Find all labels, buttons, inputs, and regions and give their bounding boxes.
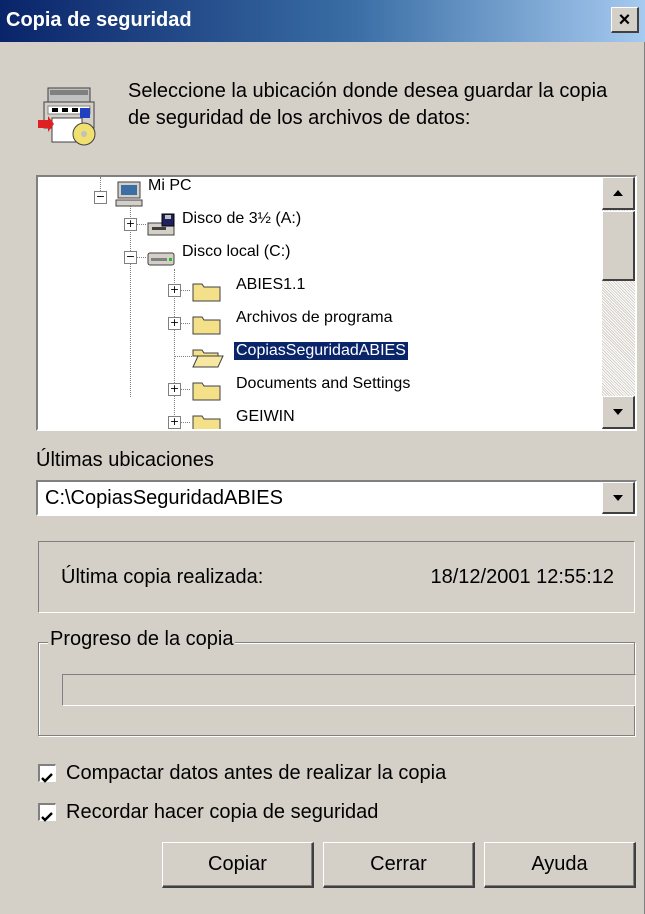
- recent-locations-value: C:\CopiasSeguridadABIES: [45, 487, 283, 509]
- compact-checkbox[interactable]: [38, 764, 56, 783]
- backup-drive-icon: [38, 87, 96, 146]
- tree-item-geiwin[interactable]: GEIWIN: [234, 408, 297, 426]
- collapse-icon[interactable]: −: [94, 191, 107, 204]
- scroll-up-button[interactable]: [602, 177, 635, 210]
- scroll-thumb[interactable]: [602, 211, 635, 281]
- arrow-up-icon: [613, 190, 623, 196]
- checkmark-icon: [41, 773, 53, 783]
- backup-dialog: Copia de seguridad × Seleccione la ubica…: [0, 0, 645, 914]
- expand-icon[interactable]: +: [124, 218, 137, 231]
- last-copy-value: 18/12/2001 12:55:12: [430, 566, 614, 588]
- recent-locations-label: Últimas ubicaciones: [36, 449, 214, 471]
- tree-connector: [180, 290, 190, 291]
- compact-label: Compactar datos antes de realizar la cop…: [66, 762, 447, 784]
- tree-item-local-disk[interactable]: Disco local (C:): [180, 243, 292, 261]
- tree-scrollbar[interactable]: [602, 177, 635, 429]
- window-title: Copia de seguridad: [6, 9, 192, 31]
- last-copy-panel: Última copia realizada: 18/12/2001 12:55…: [38, 541, 635, 613]
- expand-icon[interactable]: +: [168, 416, 181, 429]
- arrow-down-icon: [613, 409, 623, 415]
- progress-title: Progreso de la copia: [48, 628, 236, 651]
- tree-item-floppy[interactable]: Disco de 3½ (A:): [180, 210, 303, 228]
- expand-icon[interactable]: +: [168, 383, 181, 396]
- scroll-down-button[interactable]: [602, 396, 635, 429]
- folder-icon: [192, 283, 221, 302]
- instructions-text: Seleccione la ubicación donde desea guar…: [128, 80, 608, 129]
- close-window-button[interactable]: ×: [611, 7, 639, 33]
- recent-locations-combo[interactable]: C:\CopiasSeguridadABIES: [36, 480, 637, 516]
- collapse-icon[interactable]: −: [124, 251, 137, 264]
- tree-connector: [136, 224, 146, 225]
- close-button[interactable]: Cerrar: [323, 842, 475, 888]
- tree-connector: [180, 422, 190, 423]
- tree-item-mi-pc[interactable]: Mi PC: [146, 177, 194, 195]
- expand-icon[interactable]: +: [168, 317, 181, 330]
- floppy-drive-icon: [147, 213, 175, 236]
- remind-label: Recordar hacer copia de seguridad: [66, 801, 379, 823]
- tree-item-program-files[interactable]: Archivos de programa: [234, 309, 395, 327]
- hard-drive-icon: [147, 252, 175, 266]
- tree-connector: [180, 323, 190, 324]
- tree-connector: [130, 204, 131, 397]
- copy-button[interactable]: Copiar: [162, 842, 314, 888]
- folder-icon: [192, 316, 221, 335]
- title-bar[interactable]: Copia de seguridad ×: [0, 0, 645, 42]
- help-button[interactable]: Ayuda: [484, 842, 636, 888]
- folder-open-icon: [192, 349, 224, 368]
- close-icon: ×: [618, 8, 631, 31]
- computer-icon: [115, 181, 143, 207]
- folder-icon: [192, 415, 221, 429]
- last-copy-label: Última copia realizada:: [61, 566, 264, 588]
- tree-connector: [180, 389, 190, 390]
- combo-dropdown-button[interactable]: [602, 482, 635, 514]
- folder-icon: [192, 382, 221, 401]
- checkmark-icon: [41, 812, 53, 822]
- expand-icon[interactable]: +: [168, 284, 181, 297]
- remind-checkbox[interactable]: [38, 803, 56, 822]
- progress-bar: [62, 674, 636, 706]
- tree-connector: [174, 356, 192, 357]
- tree-item-abies[interactable]: ABIES1.1: [234, 276, 307, 294]
- folder-tree[interactable]: − Mi PC + Disco de 3½ (A:) − Disco local…: [36, 175, 637, 431]
- tree-item-documents[interactable]: Documents and Settings: [234, 375, 412, 393]
- tree-item-backups-selected[interactable]: CopiasSeguridadABIES: [234, 342, 408, 360]
- tree-connector: [136, 257, 146, 258]
- chevron-down-icon: [613, 494, 623, 501]
